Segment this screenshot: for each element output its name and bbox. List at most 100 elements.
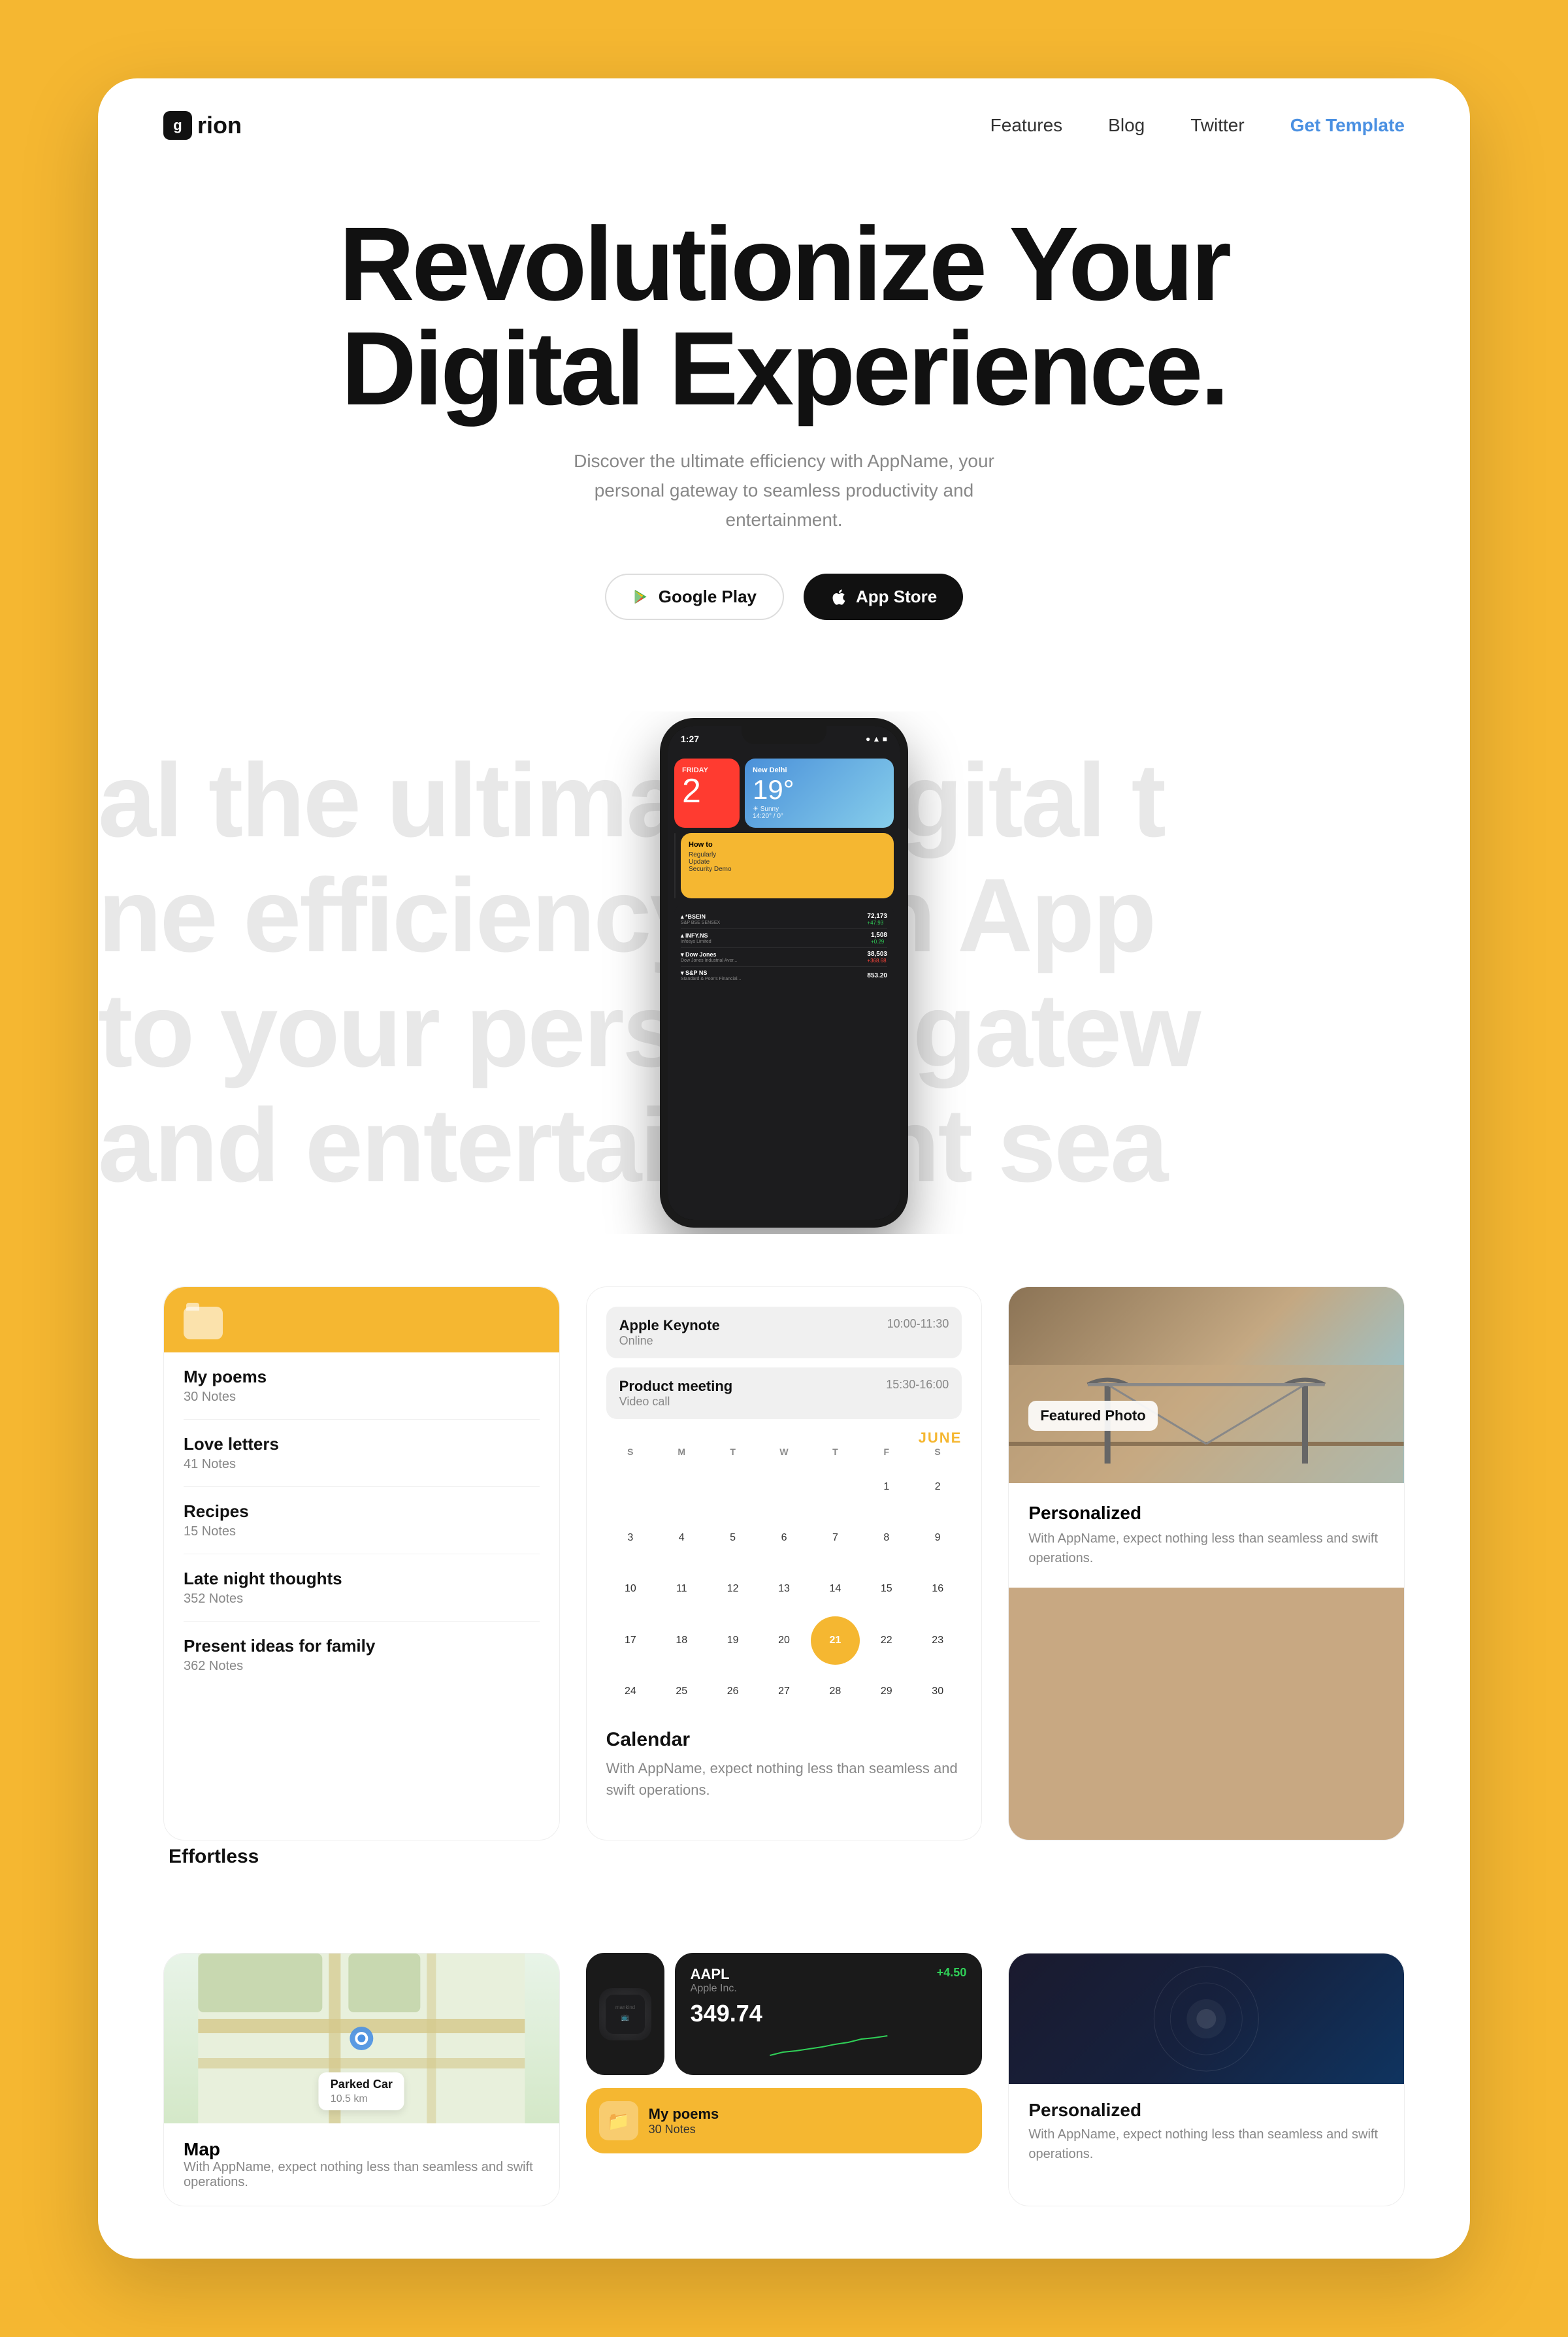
notes-widget-card-count: 30 Notes — [649, 2123, 719, 2136]
hero-title-line2: Digital Experience. — [341, 310, 1227, 427]
hero-title: Revolutionize Your Digital Experience. — [163, 212, 1405, 421]
cal-cell-11: 11 — [657, 1565, 706, 1613]
stock-chg-1: +47.93 — [867, 920, 887, 926]
notes-item-1: My poems 30 Notes — [184, 1352, 540, 1420]
cal-cell-22: 22 — [862, 1616, 911, 1665]
notes-widget-folder-icon: 📁 — [599, 2101, 638, 2140]
stock-sub-4: Standard & Poor's Financial... — [681, 977, 741, 981]
weather-city: New Delhi — [753, 766, 886, 774]
google-play-label: Google Play — [659, 587, 757, 607]
widget-notes: How to RegularlyUpdateSecurity Demo — [681, 833, 894, 898]
scroll-text-area: al the ultimate Digital t ne efficiency … — [98, 711, 1470, 1234]
cal-cell-19: 19 — [708, 1616, 757, 1665]
map-visual: Parked Car 10.5 km — [164, 1953, 559, 2123]
cal-event-2: Product meeting Video call 15:30-16:00 — [606, 1367, 962, 1419]
notes-feature-card: My poems 30 Notes Love letters 41 Notes … — [163, 1286, 560, 1840]
cal-cell-21-today: 21 — [811, 1616, 859, 1665]
cal-cell-1: 1 — [862, 1462, 911, 1511]
cal-cell-23: 23 — [913, 1616, 962, 1665]
nav-features[interactable]: Features — [990, 115, 1063, 136]
stock-widget-header: AAPL Apple Inc. +4.50 — [691, 1966, 967, 1995]
features-section: My poems 30 Notes Love letters 41 Notes … — [98, 1234, 1470, 1927]
app-store-button[interactable]: App Store — [804, 574, 963, 620]
cal-header-s1: S — [606, 1446, 655, 1457]
page-wrapper: g rion Features Blog Twitter Get Templat… — [98, 0, 1470, 2337]
cal-cell-26: 26 — [708, 1667, 757, 1716]
weather-temp: 19° — [753, 774, 886, 806]
notes-item-title-1: My poems — [184, 1367, 540, 1387]
cal-cell-6: 6 — [760, 1514, 808, 1562]
personalized-feature-card: Personalized With AppName, expect nothin… — [1008, 1953, 1405, 2206]
stock-chg-3: +368.68 — [867, 958, 887, 964]
nav-blog[interactable]: Blog — [1108, 115, 1145, 136]
stock-row-1: ▴ *BSEIN S&P BSE SENSEX 72,173 +47.93 — [681, 910, 887, 929]
calendar-feature-card: Apple Keynote Online 10:00-11:30 Product… — [586, 1286, 983, 1840]
cal-header-w: W — [760, 1446, 808, 1457]
stock-change-badge: +4.50 — [937, 1966, 967, 1980]
google-play-icon — [632, 588, 651, 606]
phone-notch — [742, 726, 826, 744]
stock-val-3: 38,503 — [867, 951, 887, 958]
calendar-month: JUNE — [606, 1430, 962, 1446]
cal-header-t2: T — [811, 1446, 859, 1457]
weather-condition: ☀ Sunny — [753, 806, 886, 813]
stock-name-2: ▴ INFY.NS — [681, 932, 711, 940]
nav-links: Features Blog Twitter Get Template — [990, 115, 1405, 136]
cal-cell-3: 3 — [606, 1514, 655, 1562]
cal-header-t1: T — [708, 1446, 757, 1457]
calendar-section-label: Calendar — [606, 1729, 962, 1751]
stock-row-3: ▾ Dow Jones Dow Jones Industrial Aver...… — [681, 948, 887, 967]
personalized-title: Personalized — [1028, 2100, 1384, 2121]
widget-stocks: ▴ *BSEIN S&P BSE SENSEX 72,173 +47.93 — [674, 904, 894, 1213]
bottom-features-section: Parked Car 10.5 km Map With AppName, exp… — [98, 1953, 1470, 2259]
map-parked-car: Parked Car — [331, 2078, 393, 2091]
logo-icon: g — [163, 111, 192, 140]
event-title-1: Apple Keynote — [619, 1317, 720, 1334]
cal-header-s2: S — [913, 1446, 962, 1457]
cal-cell-empty5 — [811, 1462, 859, 1511]
map-pin-label: Parked Car 10.5 km — [319, 2072, 404, 2110]
photo-card-footer: Personalized With AppName, expect nothin… — [1009, 1483, 1404, 1588]
cal-cell-9: 9 — [913, 1514, 962, 1562]
event-time-2: 15:30-16:00 — [886, 1378, 949, 1392]
phone-screen: 1:27 ● ▲ ■ FRIDAY 2 New D — [668, 726, 900, 1220]
logo: g rion — [163, 111, 242, 140]
widget-weather: New Delhi 19° ☀ Sunny 14:20° / 0° — [745, 759, 894, 828]
stock-chg-2: +0.29 — [871, 939, 887, 945]
logo-text: rion — [197, 112, 242, 139]
cal-cell-13: 13 — [760, 1565, 808, 1613]
cal-days-header: S M T W T F S — [606, 1446, 962, 1457]
hero-title-line1: Revolutionize Your — [339, 205, 1229, 322]
nav-twitter[interactable]: Twitter — [1190, 115, 1244, 136]
photo-feature-card: Featured Photo Personalized With AppName… — [1008, 1286, 1405, 1840]
cal-cell-7: 7 — [811, 1514, 859, 1562]
map-card-footer: Map With AppName, expect nothing less th… — [164, 2123, 559, 2206]
phone-mockup-wrapper: 1:27 ● ▲ ■ FRIDAY 2 New D — [660, 718, 908, 1228]
stock-name-3: ▾ Dow Jones — [681, 951, 737, 958]
personalized-visual — [1009, 1953, 1404, 2084]
stock-sub-2: Infosys Limited — [681, 940, 711, 944]
phone-widget-row-1: FRIDAY 2 New Delhi 19° ☀ Sunny 14:20° / … — [674, 759, 894, 828]
google-play-button[interactable]: Google Play — [605, 574, 784, 620]
notes-widget-card: 📁 My poems 30 Notes — [586, 2088, 983, 2153]
phone-time: 1:27 — [681, 734, 699, 744]
notes-item-title-4: Late night thoughts — [184, 1569, 540, 1589]
cal-cell-20: 20 — [760, 1616, 808, 1665]
nav-get-template[interactable]: Get Template — [1290, 115, 1405, 136]
cal-cell-25: 25 — [657, 1667, 706, 1716]
cal-header-f: F — [862, 1446, 911, 1457]
notes-item-count-3: 15 Notes — [184, 1524, 540, 1539]
event-subtitle-2: Video call — [619, 1395, 733, 1409]
apple-tv-icon: 📺 mankind — [606, 1995, 645, 2034]
personalized-desc: With AppName, expect nothing less than s… — [1028, 2125, 1384, 2164]
map-distance: 10.5 km — [331, 2093, 368, 2104]
cal-cell-24: 24 — [606, 1667, 655, 1716]
cal-cell-5: 5 — [708, 1514, 757, 1562]
notes-item-count-1: 30 Notes — [184, 1390, 540, 1405]
cal-cell-12: 12 — [708, 1565, 757, 1613]
widget-date-day: 2 — [682, 774, 732, 808]
notes-item-count-4: 352 Notes — [184, 1592, 540, 1607]
notes-item-5: Present ideas for family 362 Notes — [184, 1622, 540, 1688]
cal-cell-15: 15 — [862, 1565, 911, 1613]
apple-icon — [830, 588, 848, 606]
